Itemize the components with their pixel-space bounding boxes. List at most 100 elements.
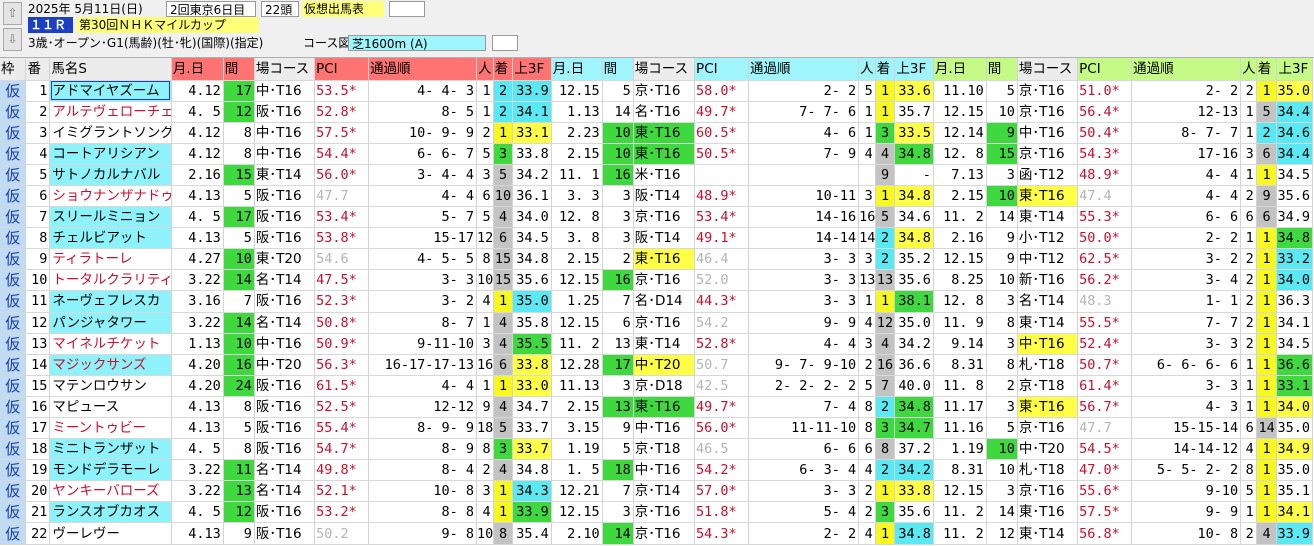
- waku-cell[interactable]: 仮: [0, 101, 27, 123]
- header-race2-pass[interactable]: 通過順: [748, 58, 860, 81]
- horse-name[interactable]: マイネルチケット: [49, 333, 172, 355]
- horse-name[interactable]: ショウナンザナドゥ: [49, 185, 172, 208]
- header-race2-fin[interactable]: 着: [875, 58, 896, 81]
- horse-row[interactable]: 仮 14 マジックサンズ 4.20 16 中･T20 56.3* 16-17-17-13 16 6…: [0, 354, 1313, 376]
- header-race2-date[interactable]: 月.日: [551, 58, 603, 81]
- header-race3-pop[interactable]: 人: [1240, 58, 1257, 81]
- header-race1-pci[interactable]: PCI: [314, 58, 370, 81]
- waku-cell[interactable]: 仮: [0, 438, 27, 461]
- horse-row[interactable]: 仮 2 アルテヴェローチェ 4. 5 12 阪･T16 52.8* 8- 5 1 2 34.1 1.1…: [0, 101, 1313, 123]
- horse-name[interactable]: アルテヴェローチェ: [49, 101, 172, 123]
- horse-name[interactable]: トータルクラリティ: [49, 269, 172, 292]
- header-race3-int[interactable]: 間: [986, 58, 1018, 81]
- header-race1-date[interactable]: 月.日: [171, 58, 224, 81]
- horse-row[interactable]: 仮 1 アドマイヤズーム 4.12 17 中･T16 53.5* 4- 4- 3 1 2 33.9 1…: [0, 80, 1313, 102]
- course-map-label[interactable]: コース図: [303, 35, 350, 51]
- horse-row[interactable]: 仮 12 パンジャタワー 3.22 14 名･T14 50.8* 8- 7 1 4 35.8 12.1…: [0, 312, 1313, 334]
- header-race2-int[interactable]: 間: [602, 58, 634, 81]
- horse-row[interactable]: 仮 15 マテンロウサン 4.20 24 阪･T16 61.5* 4- 4 1 1 33.0 11.1…: [0, 375, 1313, 397]
- header-race1-pass[interactable]: 通過順: [368, 58, 478, 81]
- header-race3-fin[interactable]: 着: [1256, 58, 1278, 81]
- header-horse-name[interactable]: 馬名S: [49, 58, 172, 81]
- header-race3-pass[interactable]: 通過順: [1131, 58, 1242, 81]
- horse-name[interactable]: ミーントゥビー: [49, 417, 172, 440]
- header-race2-pci[interactable]: PCI: [694, 58, 750, 81]
- horse-name[interactable]: コートアリシアン: [49, 143, 172, 165]
- horse-row[interactable]: 仮 19 モンドデラモーレ 3.22 11 名･T14 49.8* 8- 4 2 4 34.8 1. …: [0, 459, 1313, 482]
- header-race3-course[interactable]: 場コース: [1017, 58, 1079, 81]
- horse-name[interactable]: マピュース: [49, 396, 172, 419]
- horse-name[interactable]: マテンロウサン: [49, 375, 172, 397]
- horse-row[interactable]: 仮 22 ヴーレヴー 4.13 9 阪･T16 50.2 9- 8 10 8 35.4 2.10 14 京…: [0, 522, 1313, 545]
- race2-date: 12.15: [551, 80, 603, 102]
- header-race2-course[interactable]: 場コース: [633, 58, 696, 81]
- header-race1-l3f[interactable]: 上3F: [512, 58, 552, 81]
- waku-cell[interactable]: 仮: [0, 396, 27, 419]
- waku-cell[interactable]: 仮: [0, 480, 27, 503]
- waku-cell[interactable]: 仮: [0, 80, 27, 102]
- horse-name[interactable]: スリールミニョン: [49, 206, 172, 229]
- horse-name[interactable]: チェルビアット: [49, 227, 172, 250]
- horse-name[interactable]: ティラトーレ: [49, 248, 172, 271]
- waku-cell[interactable]: 仮: [0, 248, 27, 271]
- header-race1-course[interactable]: 場コース: [254, 58, 316, 81]
- waku-cell[interactable]: 仮: [0, 459, 27, 482]
- mode-blank-field[interactable]: [389, 1, 425, 17]
- header-race1-fin[interactable]: 着: [493, 58, 514, 81]
- header-race2-l3f[interactable]: 上3F: [894, 58, 934, 81]
- nav-up-button[interactable]: ⇧: [3, 2, 22, 25]
- horse-name[interactable]: ランスオブカオス: [49, 501, 172, 524]
- horse-name[interactable]: パンジャタワー: [49, 312, 172, 334]
- race3-pci: 55.3*: [1077, 206, 1133, 229]
- horse-row[interactable]: 仮 10 トータルクラリティ 3.22 14 名･T14 47.5* 3- 3 10 15 35.6…: [0, 269, 1313, 292]
- horse-row[interactable]: 仮 20 ヤンキーバローズ 3.22 13 名･T14 52.1* 10- 8 3 1 34.3 12…: [0, 480, 1313, 503]
- waku-cell[interactable]: 仮: [0, 501, 27, 524]
- waku-cell[interactable]: 仮: [0, 227, 27, 250]
- horse-row[interactable]: 仮 6 ショウナンザナドゥ 4.13 5 阪･T16 47.7 4- 4 6 10 36.1 3. 3…: [0, 185, 1313, 208]
- horse-row[interactable]: 仮 3 イミグラントソング 4.12 8 中･T16 57.5* 10- 9- 9 2 1 33.1…: [0, 122, 1313, 144]
- header-race3-date[interactable]: 月.日: [933, 58, 987, 81]
- waku-cell[interactable]: 仮: [0, 206, 27, 229]
- course-blank-field[interactable]: [492, 35, 518, 51]
- header-race1-pop[interactable]: 人: [476, 58, 494, 81]
- horse-row[interactable]: 仮 16 マピュース 4.13 8 阪･T16 52.5* 12-12 9 4 34.7 2.15 13…: [0, 396, 1313, 419]
- header-race3-pci[interactable]: PCI: [1077, 58, 1133, 81]
- nav-down-button[interactable]: ⇩: [3, 28, 22, 51]
- horse-row[interactable]: 仮 17 ミーントゥビー 4.13 5 阪･T16 55.4* 8- 9- 9 18 5 33.7 3…: [0, 417, 1313, 440]
- header-waku[interactable]: 枠: [0, 58, 27, 81]
- horse-row[interactable]: 仮 7 スリールミニョン 4. 5 17 阪･T16 53.4* 5- 7 5 4 34.0 12. …: [0, 206, 1313, 229]
- horse-row[interactable]: 仮 9 ティラトーレ 4.27 10 東･T20 54.6 4- 5- 5 8 15 34.8 2.1…: [0, 248, 1313, 271]
- waku-cell[interactable]: 仮: [0, 522, 27, 545]
- waku-cell[interactable]: 仮: [0, 269, 27, 292]
- horse-name[interactable]: ネーヴェフレスカ: [49, 290, 172, 313]
- horse-row[interactable]: 仮 4 コートアリシアン 4.12 8 中･T16 54.4* 6- 6- 7 5 3 33.8 2.…: [0, 143, 1313, 165]
- waku-cell[interactable]: 仮: [0, 354, 27, 376]
- waku-cell[interactable]: 仮: [0, 417, 27, 440]
- horse-row[interactable]: 仮 11 ネーヴェフレスカ 3.16 7 阪･T16 52.3* 3- 2 4 1 35.0 1.25…: [0, 290, 1313, 313]
- horse-name[interactable]: サトノカルナバル: [49, 164, 172, 186]
- horse-name[interactable]: アドマイヤズーム: [49, 80, 172, 102]
- horse-row[interactable]: 仮 13 マイネルチケット 1.13 10 中･T16 50.9* 9-11-10 3 4 35.5…: [0, 333, 1313, 355]
- horse-name[interactable]: マジックサンズ: [49, 354, 172, 376]
- header-number[interactable]: 番: [25, 58, 51, 81]
- waku-cell[interactable]: 仮: [0, 333, 27, 355]
- horse-name[interactable]: イミグラントソング: [49, 122, 172, 144]
- header-race2-pop[interactable]: 人: [858, 58, 876, 81]
- waku-cell[interactable]: 仮: [0, 164, 27, 186]
- header-race1-int[interactable]: 間: [223, 58, 255, 81]
- horse-row[interactable]: 仮 8 チェルビアット 4.13 5 阪･T16 53.8* 15-17 12 6 34.5 3. 8…: [0, 227, 1313, 250]
- horse-row[interactable]: 仮 21 ランスオブカオス 4. 5 12 阪･T16 53.2* 8- 8 4 1 33.9 12.…: [0, 501, 1313, 524]
- horse-name[interactable]: モンドデラモーレ: [49, 459, 172, 482]
- waku-cell[interactable]: 仮: [0, 185, 27, 208]
- horse-row[interactable]: 仮 18 ミニトランザット 4. 5 8 阪･T16 54.7* 8- 9 8 3 33.7 1.19…: [0, 438, 1313, 461]
- waku-cell[interactable]: 仮: [0, 375, 27, 397]
- header-race3-l3f[interactable]: 上3F: [1276, 58, 1313, 81]
- waku-cell[interactable]: 仮: [0, 312, 27, 334]
- horse-name[interactable]: ヴーレヴー: [49, 522, 172, 545]
- waku-cell[interactable]: 仮: [0, 290, 27, 313]
- waku-cell[interactable]: 仮: [0, 122, 27, 144]
- horse-name[interactable]: ミニトランザット: [49, 438, 172, 461]
- waku-cell[interactable]: 仮: [0, 143, 27, 165]
- horse-name[interactable]: ヤンキーバローズ: [49, 480, 172, 503]
- horse-row[interactable]: 仮 5 サトノカルナバル 2.16 15 東･T14 56.0* 3- 4- 4 3 5 34.2 1…: [0, 164, 1313, 186]
